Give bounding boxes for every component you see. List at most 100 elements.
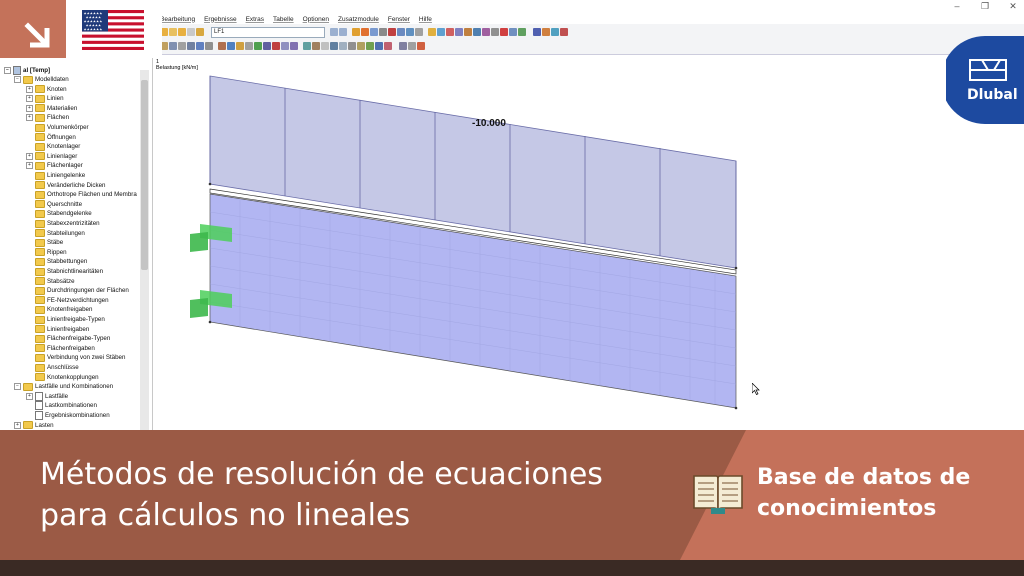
tree-item[interactable]: Verbindung von zwei Stäben <box>26 353 125 362</box>
load-icon[interactable] <box>236 42 244 50</box>
visibility-icon[interactable] <box>408 42 416 50</box>
values-icon[interactable] <box>379 28 387 36</box>
tree-item[interactable]: Stabbettungen <box>26 257 87 266</box>
move-icon[interactable] <box>290 42 298 50</box>
tree-item[interactable]: Liniengelenke <box>26 171 85 180</box>
tree-item[interactable]: Linienfreigaben <box>26 325 89 334</box>
next-loadcase-icon[interactable] <box>339 28 347 36</box>
help-icon[interactable] <box>560 28 568 36</box>
expand-icon[interactable]: + <box>26 85 33 93</box>
loadcase-combo[interactable]: LF1 <box>211 26 325 38</box>
comment-icon[interactable] <box>375 42 383 50</box>
layer-icon[interactable] <box>399 42 407 50</box>
iso-view-icon[interactable] <box>437 28 445 36</box>
grid-icon[interactable] <box>263 42 271 50</box>
menu-zusatzmodule[interactable]: Zusatzmodule <box>338 16 379 23</box>
display-icon[interactable] <box>370 28 378 36</box>
calculate-icon[interactable] <box>361 28 369 36</box>
mesh-icon[interactable] <box>245 42 253 50</box>
minimize-button[interactable]: – <box>944 0 970 12</box>
menu-bearbeitung[interactable]: Bearbeitung <box>160 16 195 23</box>
navigator-scroll-thumb[interactable] <box>141 80 148 270</box>
expand-icon[interactable]: + <box>26 114 33 122</box>
support-icon[interactable] <box>218 42 226 50</box>
expand-icon[interactable]: + <box>26 162 33 170</box>
settings-icon[interactable] <box>509 28 517 36</box>
merge-icon[interactable] <box>339 42 347 50</box>
report-icon[interactable] <box>542 28 550 36</box>
view-icon[interactable] <box>397 28 405 36</box>
opening-icon[interactable] <box>205 42 213 50</box>
tree-item[interactable]: + Linien <box>26 94 64 103</box>
tree-item[interactable]: Querschnitte <box>26 200 82 209</box>
section-icon[interactable] <box>464 28 472 36</box>
tree-item[interactable]: Öffnungen <box>26 133 76 142</box>
tree-item[interactable]: Durchdringungen der Flächen <box>26 286 129 295</box>
menu-fenster[interactable]: Fenster <box>388 16 410 23</box>
zoom-icon[interactable] <box>406 28 414 36</box>
tree-item[interactable]: Lastkombinationen <box>26 401 97 411</box>
dimension-icon[interactable] <box>366 42 374 50</box>
previous-loadcase-icon[interactable] <box>330 28 338 36</box>
deformation-icon[interactable] <box>388 28 396 36</box>
tree-item[interactable]: Knotenlager <box>26 142 80 151</box>
delete-icon[interactable] <box>500 28 508 36</box>
mirror-icon[interactable] <box>312 42 320 50</box>
tree-item[interactable]: Stabteilungen <box>26 229 85 238</box>
open-icon[interactable] <box>169 28 177 36</box>
print-icon[interactable] <box>187 28 195 36</box>
results-icon[interactable] <box>352 28 360 36</box>
tree-item[interactable]: Rippen <box>26 248 67 257</box>
tree-root[interactable]: − al [Temp] <box>4 66 50 75</box>
rotate-icon[interactable] <box>303 42 311 50</box>
tree-item[interactable]: − Lastfälle und Kombinationen <box>14 382 113 391</box>
tree-item[interactable]: + Lastfälle <box>26 391 68 401</box>
menu-ergebnisse[interactable]: Ergebnisse <box>204 16 237 23</box>
expand-icon[interactable]: + <box>26 104 33 112</box>
connect-icon[interactable] <box>330 42 338 50</box>
hinge-icon[interactable] <box>227 42 235 50</box>
collapse-icon[interactable]: − <box>14 76 21 83</box>
table-icon[interactable] <box>196 28 204 36</box>
member-icon[interactable] <box>178 42 186 50</box>
export-icon[interactable] <box>551 28 559 36</box>
tree-item[interactable]: Anschlüsse <box>26 363 79 372</box>
check-icon[interactable] <box>518 28 526 36</box>
attribute-icon[interactable] <box>357 42 365 50</box>
tree-item[interactable]: + Lasten <box>14 421 54 430</box>
tree-item[interactable]: Flächenfreigaben <box>26 344 95 353</box>
tree-item[interactable]: + Flächenlager <box>26 161 83 170</box>
tree-item[interactable]: Flächenfreigabe-Typen <box>26 334 110 343</box>
expand-icon[interactable]: + <box>14 421 21 429</box>
tree-item[interactable]: + Flächen <box>26 113 69 122</box>
close-button[interactable]: ✕ <box>1000 0 1024 12</box>
select-icon[interactable] <box>482 28 490 36</box>
render-icon[interactable] <box>446 28 454 36</box>
copy-icon[interactable] <box>281 42 289 50</box>
snap-icon[interactable] <box>254 42 262 50</box>
cut-icon[interactable] <box>272 42 280 50</box>
menu-extras[interactable]: Extras <box>246 16 264 23</box>
tree-item[interactable]: Knotenfreigaben <box>26 305 92 314</box>
expand-icon[interactable]: + <box>26 152 33 160</box>
guide-icon[interactable] <box>384 42 392 50</box>
expand-icon[interactable]: + <box>26 392 33 400</box>
pan-icon[interactable] <box>415 28 423 36</box>
menu-tabelle[interactable]: Tabelle <box>273 16 294 23</box>
tree-item[interactable]: Ergebniskombinationen <box>26 411 110 420</box>
color-icon[interactable] <box>417 42 425 50</box>
graphics-viewport[interactable]: -10.000 <box>150 56 1024 430</box>
wireframe-icon[interactable] <box>455 28 463 36</box>
tree-item[interactable]: + Knoten <box>26 85 67 94</box>
axis-icon[interactable] <box>473 28 481 36</box>
divide-icon[interactable] <box>321 42 329 50</box>
collapse-icon[interactable]: − <box>4 67 11 74</box>
menu-optionen[interactable]: Optionen <box>303 16 329 23</box>
tree-item[interactable]: Veränderliche Dicken <box>26 181 105 190</box>
measure-icon[interactable] <box>491 28 499 36</box>
tree-item[interactable]: Stabendgelenke <box>26 209 92 218</box>
tree-item[interactable]: Knotenkopplungen <box>26 373 99 382</box>
tree-item[interactable]: + Linienlager <box>26 152 77 161</box>
line-icon[interactable] <box>169 42 177 50</box>
tree-item[interactable]: Stabexzentrizitäten <box>26 219 100 228</box>
